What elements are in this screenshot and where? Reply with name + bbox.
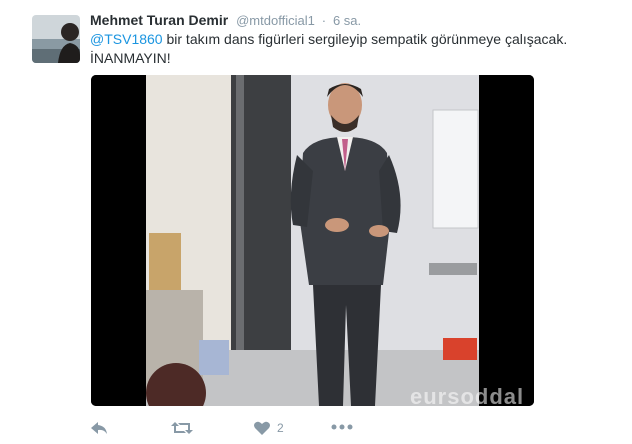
avatar[interactable]	[32, 15, 80, 63]
reply-icon	[91, 422, 107, 434]
avatar-image	[32, 15, 80, 63]
more-button[interactable]	[331, 423, 353, 431]
like-count: 2	[277, 421, 284, 435]
tweet-text-body: bir takım dans figürleri sergileyip semp…	[162, 31, 568, 47]
separator-dot: ·	[321, 13, 327, 28]
tweet-timestamp[interactable]: 6 sa.	[333, 13, 361, 28]
like-button[interactable]: 2	[253, 420, 284, 436]
retweet-icon	[171, 422, 193, 434]
heart-icon	[254, 421, 270, 435]
author-handle[interactable]: @mtdofficial1	[236, 13, 315, 28]
video-frame	[91, 75, 534, 406]
reply-button[interactable]	[90, 420, 108, 436]
mention-link[interactable]: @TSV1860	[90, 31, 163, 47]
tweet-text-line2: İNANMAYIN!	[90, 50, 171, 66]
tweet-header: Mehmet Turan Demir @mtdofficial1 · 6 sa.	[90, 11, 361, 30]
tweet-text: @TSV1860 bir takım dans figürleri sergil…	[90, 30, 600, 68]
video-watermark: eursoddal	[410, 384, 525, 409]
more-icon	[331, 424, 353, 430]
video-player[interactable]	[91, 75, 534, 406]
author-name[interactable]: Mehmet Turan Demir	[90, 12, 228, 28]
retweet-button[interactable]	[171, 420, 193, 436]
